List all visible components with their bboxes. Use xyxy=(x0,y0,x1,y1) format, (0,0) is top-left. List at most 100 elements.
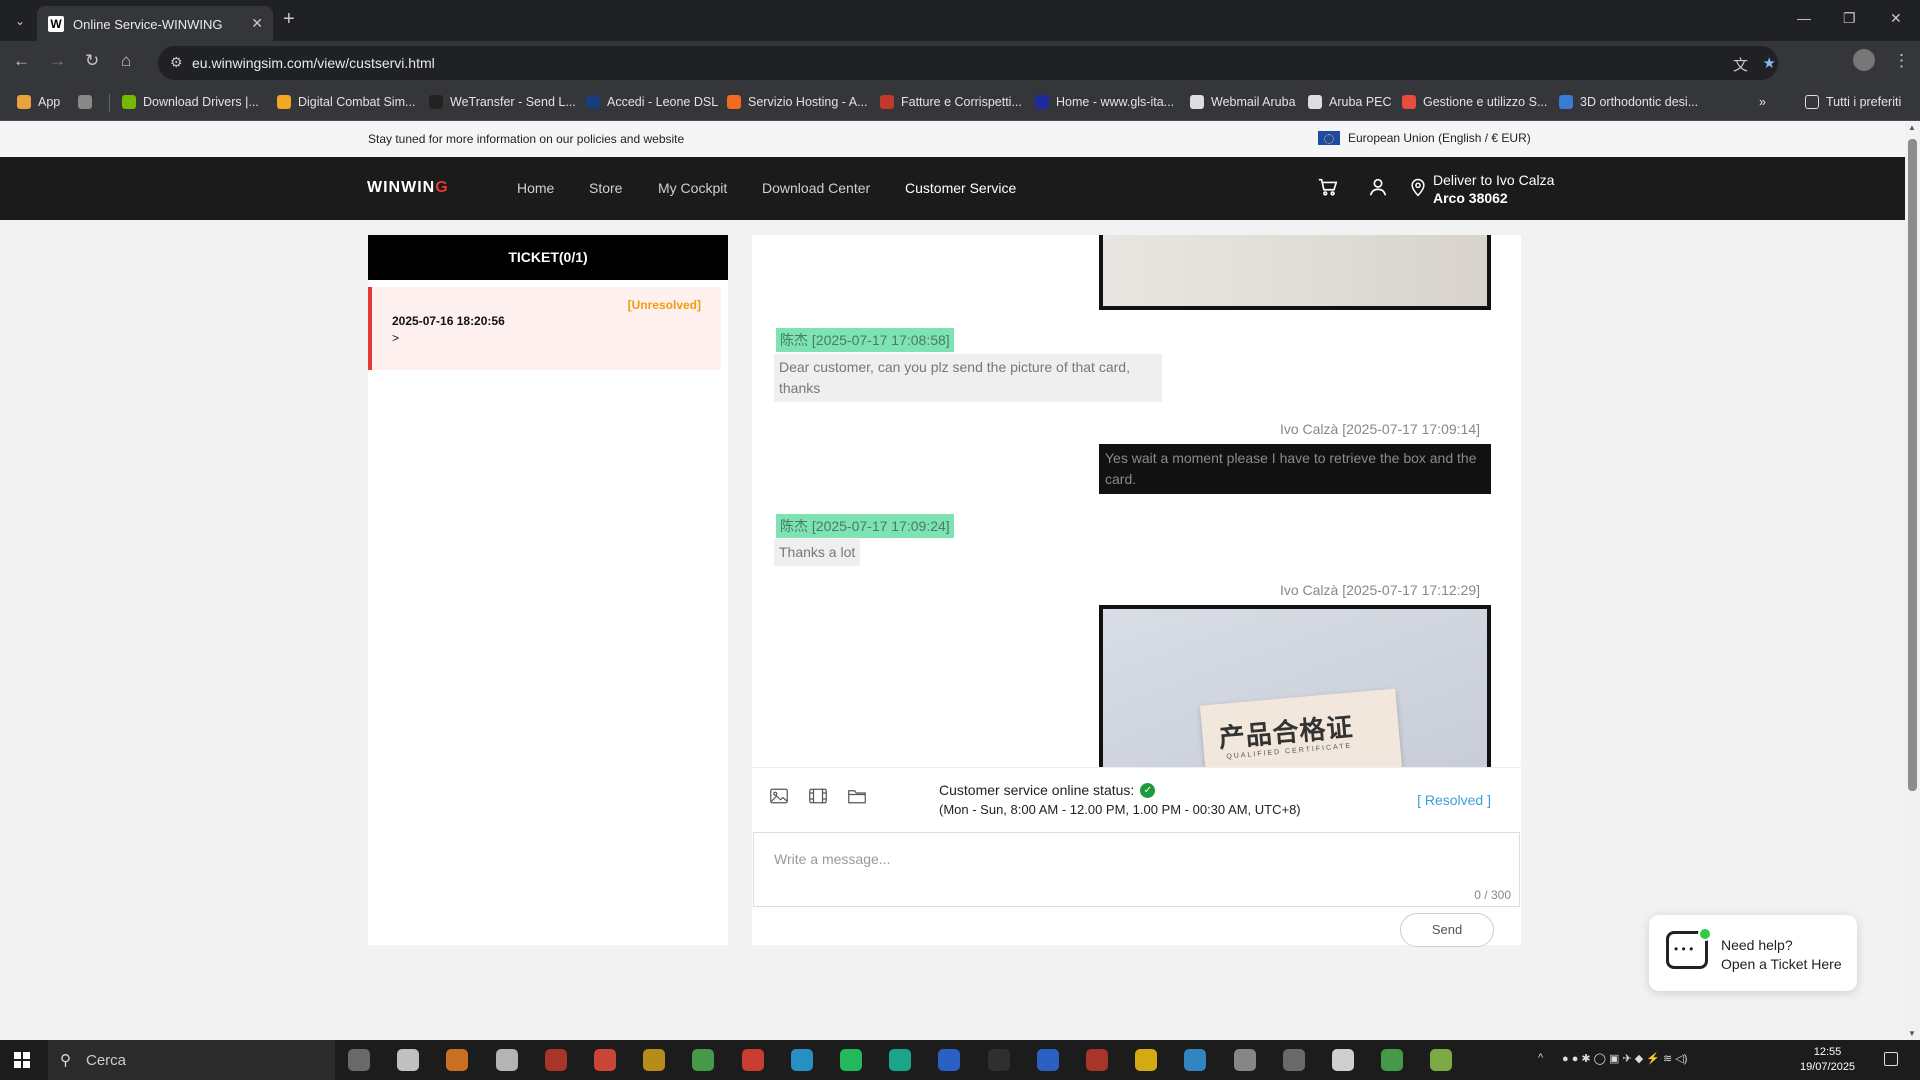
gt-icon[interactable] xyxy=(594,1049,616,1071)
chat-messages[interactable]: 陈杰 [2025-07-17 17:08:58] Dear customer, … xyxy=(752,235,1521,767)
app-icon[interactable] xyxy=(1332,1049,1354,1071)
app-icon[interactable] xyxy=(544,1049,567,1071)
more-bookmarks-icon[interactable]: » xyxy=(1759,93,1766,111)
security-icon[interactable] xyxy=(397,1049,420,1071)
gmail-icon[interactable] xyxy=(741,1049,764,1071)
location-pin-icon[interactable] xyxy=(1408,176,1428,203)
winwing-logo[interactable]: WINWING xyxy=(367,179,449,197)
calculator-icon[interactable] xyxy=(1282,1049,1305,1071)
app-icon[interactable] xyxy=(1233,1049,1256,1071)
notification-icon[interactable] xyxy=(1884,1052,1898,1066)
new-tab-icon[interactable]: + xyxy=(283,8,295,31)
telegram-icon[interactable] xyxy=(790,1049,813,1071)
bookmark-aruba[interactable]: Servizio Hosting - A... xyxy=(727,93,868,111)
windows-start-icon[interactable] xyxy=(14,1052,30,1068)
cart-icon[interactable] xyxy=(1317,176,1339,203)
bookmark-grid[interactable] xyxy=(78,93,99,111)
main-navigation: WINWING Home Store My Cockpit Download C… xyxy=(0,157,1905,220)
url-text[interactable]: eu.winwingsim.com/view/custservi.html xyxy=(192,55,435,71)
app-icon[interactable] xyxy=(889,1049,912,1071)
reload-icon[interactable]: ↻ xyxy=(85,51,99,71)
video-upload-icon[interactable] xyxy=(809,788,827,809)
deliver-to[interactable]: Deliver to Ivo Calza Arco 38062 xyxy=(1433,171,1554,207)
address-bar[interactable]: ⚙ eu.winwingsim.com/view/custservi.html … xyxy=(158,46,1778,80)
bookmark-wetransfer[interactable]: WeTransfer - Send L... xyxy=(429,93,576,111)
send-button[interactable]: Send xyxy=(1400,913,1494,947)
bookmark-aruba-pec[interactable]: Aruba PEC xyxy=(1308,93,1392,111)
file-explorer-icon[interactable] xyxy=(1135,1049,1158,1071)
tray-chevron-icon[interactable]: ^ xyxy=(1538,1052,1543,1064)
clock[interactable]: 12:55 19/07/2025 xyxy=(1800,1045,1855,1075)
app-icon[interactable] xyxy=(1086,1049,1108,1071)
back-icon[interactable]: ← xyxy=(13,51,30,71)
message-sender: 陈杰 [2025-07-17 17:09:24] xyxy=(776,514,954,538)
bookmark-plus[interactable]: Gestione e utilizzo S... xyxy=(1402,93,1547,111)
online-check-icon: ✓ xyxy=(1140,782,1156,798)
chrome-icon[interactable] xyxy=(1381,1049,1404,1071)
browser-tab[interactable]: W Online Service-WINWING ✕ xyxy=(37,6,273,41)
region-selector[interactable]: European Union (English / € EUR) xyxy=(1318,131,1531,145)
app-icon[interactable] xyxy=(495,1049,518,1071)
image-message[interactable]: 产品合格证 QUALIFIED CERTIFICATE xyxy=(1099,605,1491,767)
translate-icon[interactable]: 文 xyxy=(1733,54,1748,75)
app-icon[interactable] xyxy=(1430,1049,1453,1071)
app-icon[interactable] xyxy=(1036,1049,1059,1071)
message-input-box: 0 / 300 xyxy=(753,832,1520,907)
folder-upload-icon[interactable] xyxy=(848,788,866,809)
bookmark-gls[interactable]: Home - www.gls-ita... xyxy=(1035,93,1174,111)
account-icon[interactable] xyxy=(1367,176,1389,203)
dcs-icon xyxy=(277,95,291,109)
browser-toolbar: ← → ↻ ⌂ ⚙ eu.winwingsim.com/view/custser… xyxy=(0,41,1920,83)
nav-my-cockpit[interactable]: My Cockpit xyxy=(658,180,727,196)
scroll-up-icon[interactable]: ▲ xyxy=(1908,123,1916,132)
taskbar-search[interactable]: ⚲ Cerca xyxy=(48,1040,335,1080)
nav-home[interactable]: Home xyxy=(517,180,554,196)
help-widget[interactable]: Need help? Open a Ticket Here xyxy=(1649,915,1857,991)
app-icon[interactable] xyxy=(643,1049,666,1071)
tab-title: Online Service-WINWING xyxy=(73,17,223,32)
clock-date: 19/07/2025 xyxy=(1800,1061,1856,1073)
profile-avatar[interactable] xyxy=(1853,49,1875,71)
bookmark-apps-grid[interactable]: App xyxy=(17,93,60,111)
nav-store[interactable]: Store xyxy=(589,180,622,196)
nav-customer-service[interactable]: Customer Service xyxy=(905,180,1016,196)
app-icon[interactable] xyxy=(938,1049,961,1071)
bookmark-aruba-cloud[interactable]: Webmail Aruba xyxy=(1190,93,1296,111)
all-bookmarks-folder[interactable]: Tutti i preferiti xyxy=(1805,93,1901,111)
ticket-item[interactable]: [Unresolved] 2025-07-16 18:20:56 > xyxy=(368,287,721,370)
site-info-icon[interactable]: ⚙ xyxy=(170,54,183,71)
nav-download-center[interactable]: Download Center xyxy=(762,180,870,196)
bookmark-ortho[interactable]: 3D orthodontic desi... xyxy=(1559,93,1698,111)
image-message[interactable] xyxy=(1099,235,1491,310)
ticket-date: 2025-07-16 18:20:56 xyxy=(392,314,505,328)
tab-close-icon[interactable]: ✕ xyxy=(251,15,263,32)
minimize-icon[interactable]: — xyxy=(1797,10,1811,26)
forward-icon[interactable]: → xyxy=(49,51,66,71)
close-window-icon[interactable]: ✕ xyxy=(1890,10,1902,27)
bookmark-agenzia-entrate[interactable]: Fatture e Corrispetti... xyxy=(880,93,1022,111)
restore-icon[interactable]: ❐ xyxy=(1843,10,1856,27)
nvidia-icon xyxy=(122,95,136,109)
message-sender: Ivo Calzà [2025-07-17 17:09:14] xyxy=(1279,421,1480,437)
image-upload-icon[interactable] xyxy=(770,788,788,809)
bookmark-nvidia[interactable]: Download Drivers |... xyxy=(122,93,259,111)
menu-dots-icon[interactable]: ⋮ xyxy=(1893,51,1910,71)
tray-icons[interactable]: ● ● ✱ ◯ ▣ ✈ ◆ ⚡ ≋ ◁) xyxy=(1562,1052,1687,1065)
scroll-down-icon[interactable]: ▼ xyxy=(1908,1029,1916,1038)
home-icon[interactable]: ⌂ xyxy=(121,51,131,71)
app-icon[interactable] xyxy=(1184,1049,1207,1071)
task-view-icon[interactable] xyxy=(348,1049,370,1071)
bookmark-star-icon[interactable]: ★ xyxy=(1763,54,1776,72)
resolved-button[interactable]: [ Resolved ] xyxy=(1417,792,1491,808)
bookmark-leone[interactable]: Accedi - Leone DSL xyxy=(586,93,718,111)
bookmark-dcs[interactable]: Digital Combat Sim... xyxy=(277,93,415,111)
scroll-thumb[interactable] xyxy=(1908,139,1917,791)
grid-icon xyxy=(78,95,92,109)
whatsapp-icon[interactable] xyxy=(840,1049,862,1071)
app-icon[interactable] xyxy=(987,1049,1010,1071)
app-icon[interactable] xyxy=(446,1049,469,1071)
page-scrollbar[interactable]: ▲ ▼ xyxy=(1905,121,1920,1040)
message-input[interactable] xyxy=(754,833,1519,906)
tab-search-icon[interactable]: ⌄ xyxy=(9,10,31,32)
chrome-icon[interactable] xyxy=(692,1049,715,1071)
